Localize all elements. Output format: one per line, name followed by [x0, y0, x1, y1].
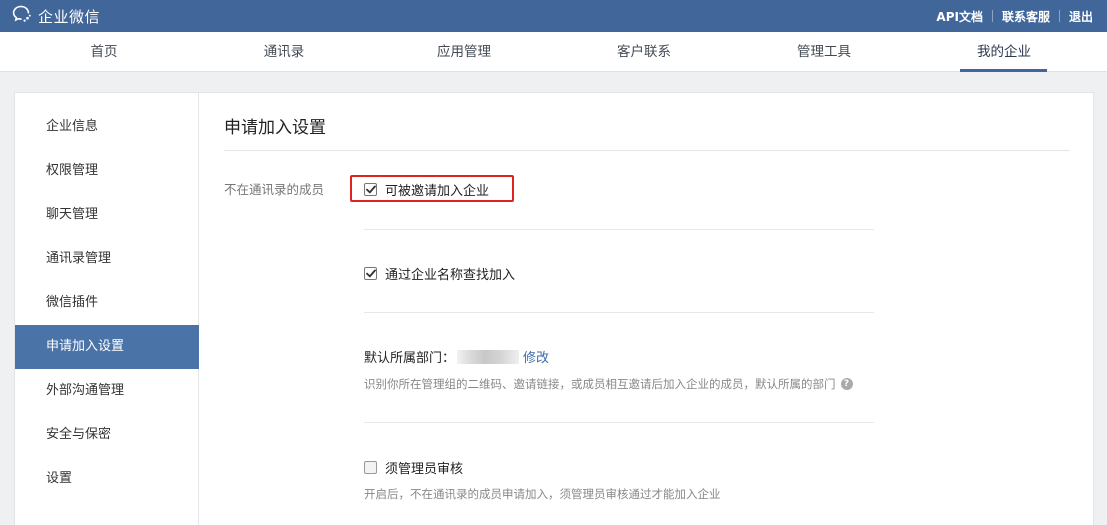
section-divider: [364, 312, 874, 313]
contact-support-link[interactable]: 联系客服: [1002, 8, 1050, 25]
sidebar-item-permissions[interactable]: 权限管理: [15, 149, 199, 193]
top-link-divider: [991, 10, 993, 22]
logout-link[interactable]: 退出: [1069, 8, 1093, 25]
tab-contacts[interactable]: 通讯录: [239, 32, 329, 72]
api-docs-link[interactable]: API文档: [936, 8, 983, 25]
row-label: 不在通讯录的成员: [224, 182, 325, 197]
sidebar-item-settings[interactable]: 设置: [15, 457, 199, 501]
section-divider: [364, 422, 874, 423]
top-links: API文档 联系客服 退出: [936, 0, 1093, 32]
top-link-divider: [1058, 10, 1060, 22]
search-checkbox-label: 通过企业名称查找加入: [385, 268, 516, 283]
default-department-row: 默认所属部门： 修改: [364, 347, 549, 366]
sidebar: 企业信息 权限管理 聊天管理 通讯录管理 微信插件 申请加入设置 外部沟通管理 …: [15, 93, 199, 525]
tab-my-enterprise[interactable]: 我的企业: [959, 32, 1049, 72]
review-checkbox-row[interactable]: 须管理员审核: [364, 458, 463, 477]
tab-management-tools[interactable]: 管理工具: [779, 32, 869, 72]
logo[interactable]: 企业微信: [12, 0, 100, 32]
sidebar-item-join-settings[interactable]: 申请加入设置: [15, 325, 199, 369]
review-checkbox-label: 须管理员审核: [385, 462, 464, 477]
sidebar-item-enterprise-info[interactable]: 企业信息: [15, 105, 199, 149]
checkmark-icon: [365, 269, 376, 278]
sidebar-item-chat-management[interactable]: 聊天管理: [15, 193, 199, 237]
wework-logo-icon: [12, 5, 32, 27]
checkmark-icon: [365, 185, 376, 194]
search-checkbox-row[interactable]: 通过企业名称查找加入: [364, 264, 515, 283]
review-hint: 开启后，不在通讯录的成员申请加入，须管理员审核通过才能加入企业: [364, 487, 721, 501]
tab-customer-contact[interactable]: 客户联系: [599, 32, 689, 72]
page-title: 申请加入设置: [224, 118, 326, 138]
help-icon[interactable]: ?: [840, 378, 853, 390]
invite-checkbox-row[interactable]: 可被邀请加入企业: [364, 180, 489, 199]
main-nav: 首页 通讯录 应用管理 客户联系 管理工具 我的企业: [0, 32, 1107, 72]
review-checkbox[interactable]: [364, 461, 377, 474]
top-bar: 企业微信 API文档 联系客服 退出: [0, 0, 1107, 32]
main-content: 申请加入设置 不在通讯录的成员 可被邀请加入企业 通过企业名称查找加入 默认所属…: [200, 93, 1093, 525]
invite-checkbox-label: 可被邀请加入企业: [385, 184, 490, 199]
title-divider: [224, 150, 1070, 151]
sidebar-item-security[interactable]: 安全与保密: [15, 413, 199, 457]
sidebar-item-external-communication[interactable]: 外部沟通管理: [15, 369, 199, 413]
app-title: 企业微信: [38, 7, 101, 26]
department-hint-text: 识别你所在管理组的二维码、邀请链接，或成员相互邀请后加入企业的成员，默认所属的部…: [364, 377, 836, 391]
sidebar-item-contacts-management[interactable]: 通讯录管理: [15, 237, 199, 281]
search-checkbox[interactable]: [364, 267, 377, 280]
edit-department-link[interactable]: 修改: [523, 347, 549, 366]
settings-panel: 企业信息 权限管理 聊天管理 通讯录管理 微信插件 申请加入设置 外部沟通管理 …: [14, 92, 1094, 525]
department-hint: 识别你所在管理组的二维码、邀请链接，或成员相互邀请后加入企业的成员，默认所属的部…: [364, 376, 853, 392]
section-divider: [364, 229, 874, 230]
tab-app-management[interactable]: 应用管理: [419, 32, 509, 72]
invite-checkbox[interactable]: [364, 183, 377, 196]
tab-home[interactable]: 首页: [59, 32, 149, 72]
department-name-redacted: [457, 349, 520, 364]
active-tab-indicator: [960, 69, 1047, 72]
default-department-label: 默认所属部门：: [364, 351, 456, 366]
sidebar-item-wechat-plugin[interactable]: 微信插件: [15, 281, 199, 325]
